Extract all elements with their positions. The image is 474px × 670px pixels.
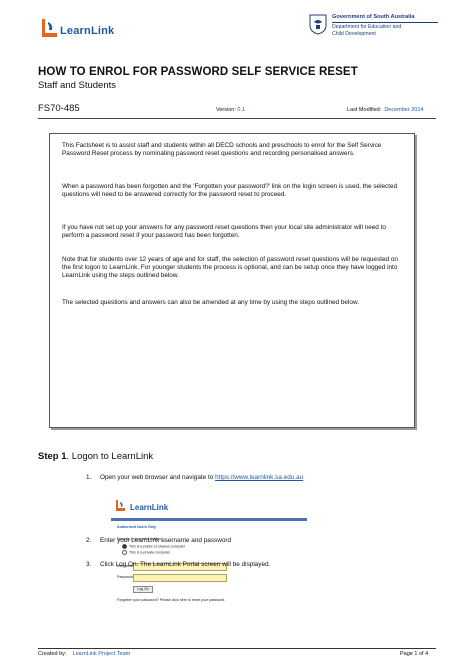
password-input[interactable] <box>133 574 227 582</box>
factsheet-paragraph: This Factsheet is to assist staff and st… <box>62 142 382 157</box>
page-title: HOW TO ENROL FOR PASSWORD SELF SERVICE R… <box>38 66 358 78</box>
factsheet-paragraph: The selected questions and answers can a… <box>62 299 359 306</box>
factsheet-box: This Factsheet is to assist staff and st… <box>49 133 415 428</box>
footer-created-by: Created by: LearnLink Project Team <box>38 651 131 657</box>
factsheet-paragraph: If you have not set up your answers for … <box>62 224 386 239</box>
radio-icon <box>122 544 127 549</box>
footer-divider <box>38 648 436 649</box>
document-id: FS70-485 <box>38 103 80 114</box>
radio-icon <box>122 550 127 555</box>
government-divider <box>332 22 438 23</box>
step-heading: Step 1. Logon to LearnLink <box>38 451 154 462</box>
private-computer-option[interactable]: This is a private computer <box>122 550 170 555</box>
department-name: Department for Education and Child Devel… <box>332 24 402 37</box>
learnlink-logo-text: LearnLink <box>60 25 115 37</box>
learnlink-logo-icon <box>42 19 57 37</box>
learnlink-url-link[interactable]: https://www.learnlink.sa.edu.au <box>215 474 303 481</box>
screenshot-heading: Authorised Users Only <box>117 525 156 529</box>
government-seal-icon <box>309 14 327 35</box>
logon-button[interactable]: Log On <box>133 586 153 593</box>
version-info: Version: 0.1 <box>216 107 246 113</box>
header-divider <box>38 118 436 119</box>
last-modified-info: Last Modified: December 2014 <box>347 107 424 113</box>
forgot-password-text[interactable]: Forgotten your password? Please click he… <box>117 598 225 602</box>
government-name: Government of South Australia <box>332 14 415 20</box>
list-item: 2. Enter your LearnLink username and pass… <box>86 537 232 544</box>
page-subtitle: Staff and Students <box>38 80 116 91</box>
factsheet-paragraph: When a password has been forgotten and t… <box>62 183 398 198</box>
list-item: 3. Click Log On. The LearnLink Portal scr… <box>86 561 271 568</box>
list-item: 1. Open your web browser and navigate to … <box>86 474 304 481</box>
public-computer-option[interactable]: This is a public or shared computer <box>122 544 185 549</box>
screenshot-logo-icon <box>116 500 125 511</box>
password-label: Password: <box>117 575 134 579</box>
factsheet-paragraph: Note that for students over 12 years of … <box>62 256 398 279</box>
screenshot-logo-text: LearnLink <box>130 503 169 512</box>
footer-page-number: Page 1 of 4 <box>400 651 429 657</box>
screenshot-header-bar <box>111 518 307 521</box>
